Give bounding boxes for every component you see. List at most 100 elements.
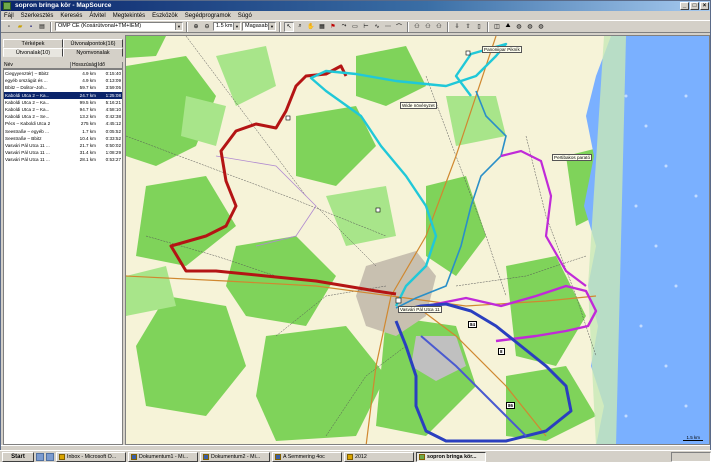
list-item[interactable]: egyéb országút és ... 4.9 km 0:13:09 bbox=[4, 77, 122, 84]
list-item[interactable]: Kaboldi Utca 2 – Ka... 94.7 km 4:58:10 bbox=[4, 106, 122, 113]
zoom-scale-select[interactable]: 1.5 km ▼ bbox=[213, 22, 241, 31]
route-tool-button[interactable]: ⤳ bbox=[339, 22, 349, 32]
map-scale-bar: 1.5 km bbox=[683, 435, 703, 441]
open-file-button[interactable]: ▰ bbox=[15, 22, 25, 32]
show-3d-button[interactable]: ⛰ bbox=[503, 22, 513, 32]
web-button[interactable]: ◍ bbox=[525, 22, 535, 32]
list-item[interactable]: Ciegyyenztér) – Bbitz 4.9 km 0:15:40 bbox=[4, 70, 122, 77]
route-icon: ⤳ bbox=[341, 23, 347, 29]
list-item[interactable]: Seestraße – Bbitz 10.4 km 0:33:52 bbox=[4, 135, 122, 142]
show-2d-button[interactable]: ◫ bbox=[492, 22, 502, 32]
binoculars-icon: ⚇ bbox=[425, 24, 431, 30]
menu-find[interactable]: Keresés bbox=[60, 13, 82, 19]
taskbar-button-word2[interactable]: Dokumentum2 - Mi... bbox=[200, 451, 270, 462]
start-button[interactable]: Start bbox=[2, 451, 34, 462]
new-file-button[interactable]: ▫ bbox=[4, 22, 14, 32]
route-name: Pécs – Kaboldi Utca 2 bbox=[5, 121, 51, 127]
quick-launch-desktop-icon[interactable] bbox=[46, 452, 54, 461]
taskbar-button-semmering[interactable]: A Semmering 4oc bbox=[272, 451, 342, 462]
send-to-device-button[interactable]: ⇧ bbox=[463, 22, 473, 32]
find-button[interactable]: ⚇ bbox=[412, 22, 422, 32]
route-list[interactable]: Ciegyyenztér) – Bbitz 4.9 km 0:15:40 egyéb… bbox=[3, 69, 123, 445]
online-button[interactable]: ◍ bbox=[536, 22, 546, 32]
route-length: 99.5 km bbox=[79, 99, 96, 105]
taskbar-button-mapsource[interactable]: sopron bringa kör... bbox=[416, 451, 486, 462]
track-tool-button[interactable]: ∿ bbox=[372, 22, 382, 32]
map-product-select[interactable]: OMP CE (Kosárútvonal+TM+IEM) ▼ bbox=[55, 22, 183, 31]
system-tray[interactable] bbox=[671, 451, 711, 462]
map-label-nadas[interactable]: Wide növényzet bbox=[400, 102, 437, 109]
list-item[interactable]: Bbitz – Dolitor–Joh... 59.7 km 3:59:05 bbox=[4, 84, 122, 91]
waypoint-tool-button[interactable]: ⚑ bbox=[328, 22, 338, 32]
erase-tool-button[interactable]: ▭ bbox=[350, 22, 360, 32]
find-nearest-button[interactable]: ⚇ bbox=[434, 22, 444, 32]
menu-utilities[interactable]: Segédprogramok bbox=[185, 13, 231, 19]
document-icon bbox=[275, 453, 281, 460]
title-bar[interactable]: sopron bringa kör - MapSource _ □ × bbox=[1, 1, 710, 11]
tab-waypoints[interactable]: Útvonalpontok(16) bbox=[63, 39, 123, 48]
zoom-tool-button[interactable]: ⌕ bbox=[295, 22, 305, 32]
binoculars-icon: ⚇ bbox=[436, 24, 442, 30]
flag-icon: ⚑ bbox=[330, 24, 336, 30]
menu-edit[interactable]: Szerkesztés bbox=[21, 13, 54, 19]
taskbar-button-word1[interactable]: Dokumentum1 - Mi... bbox=[128, 451, 198, 462]
track-icon: ∿ bbox=[374, 24, 380, 30]
column-header-time[interactable]: Idő bbox=[97, 62, 123, 68]
route-name: Seestraße – egyéb ... bbox=[5, 128, 49, 134]
minimize-button[interactable]: _ bbox=[680, 2, 689, 10]
map-tool-button[interactable]: ▦ bbox=[317, 22, 327, 32]
list-item[interactable]: Kaboldi Utca 2 – Se... 13.2 km 0:42:38 bbox=[4, 113, 122, 120]
connect-tool-button[interactable]: ⋯ bbox=[383, 22, 393, 32]
quick-launch-ie-icon[interactable] bbox=[36, 452, 44, 461]
tab-tracks[interactable]: Nyomvonalak bbox=[63, 48, 123, 57]
zoom-in-button[interactable]: ⊕ bbox=[191, 22, 201, 32]
menu-file[interactable]: Fájl bbox=[4, 13, 14, 19]
list-item[interactable]: Vasvári Pál Utca 11 ... 31.4 km 1:08:29 bbox=[4, 149, 122, 156]
hand-tool-button[interactable]: ✋ bbox=[306, 22, 316, 32]
map-label-pertiba[interactable]: Pertibakos parató bbox=[552, 154, 593, 161]
menu-tools[interactable]: Eszközök bbox=[152, 13, 178, 19]
list-item[interactable]: Kaboldi Utca 2 – Ka... 99.5 km 5:16:21 bbox=[4, 99, 122, 106]
map-label-vasvari[interactable]: Vasvári Pál Utca 11 bbox=[398, 306, 442, 313]
taskbar-button-outlook[interactable]: Inbox - Microsoft O... bbox=[56, 451, 126, 462]
taskbar-label: Inbox - Microsoft O... bbox=[67, 453, 117, 460]
profile-tool-button[interactable]: ⌒ bbox=[394, 22, 404, 32]
maximize-button[interactable]: □ bbox=[690, 2, 699, 10]
map-detail-value: Magasabb bbox=[245, 23, 271, 29]
toolbar-separator bbox=[447, 21, 449, 32]
device-button[interactable]: ▯ bbox=[474, 22, 484, 32]
close-button[interactable]: × bbox=[700, 2, 709, 10]
tab-routes[interactable]: Útvonalak(10) bbox=[3, 48, 63, 57]
map-canvas[interactable] bbox=[126, 36, 710, 445]
route-time: 3:59:05 bbox=[105, 85, 121, 91]
toolbar-separator bbox=[487, 21, 489, 32]
zoom-out-button[interactable]: ⊖ bbox=[202, 22, 212, 32]
menu-help[interactable]: Súgó bbox=[238, 13, 252, 19]
menu-transfer[interactable]: Átvitel bbox=[89, 13, 105, 19]
save-button[interactable]: ▪ bbox=[26, 22, 36, 32]
list-item[interactable]: Pécs – Kaboldi Utca 2 275 km 4:45:12 bbox=[4, 120, 122, 127]
map-view[interactable]: Panoniipar Pikník Wide növényzet Pertiba… bbox=[125, 35, 710, 445]
column-header-name[interactable]: Név bbox=[3, 62, 71, 68]
select-tool-button[interactable]: ↖ bbox=[284, 21, 294, 32]
route-time: 0:33:52 bbox=[105, 135, 121, 141]
find-places-button[interactable]: ⚇ bbox=[423, 22, 433, 32]
tab-maps[interactable]: Térképek bbox=[3, 39, 63, 48]
measure-tool-button[interactable]: ⊢ bbox=[361, 22, 371, 32]
google-earth-button[interactable]: ◍ bbox=[514, 22, 524, 32]
menu-view[interactable]: Megtekintés bbox=[113, 13, 145, 19]
taskbar-label: Dokumentum2 - Mi... bbox=[211, 453, 261, 460]
column-header-length[interactable]: Hosszúság bbox=[71, 62, 97, 68]
list-item[interactable]: Vasvári Pál Utca 11 ... 21.7 km 0:50:02 bbox=[4, 142, 122, 149]
list-item-selected[interactable]: Kaboldi Utca 2 – Ka... 24.7 km 1:25:08 bbox=[4, 91, 122, 99]
list-item[interactable]: Vasvári Pál Utca 11 ... 28.1 km 0:53:27 bbox=[4, 156, 122, 163]
receive-from-device-button[interactable]: ⇩ bbox=[452, 22, 462, 32]
taskbar-button-folder-2012[interactable]: 2012 bbox=[344, 451, 414, 462]
map-label-pannonipar[interactable]: Panoniipar Pikník bbox=[482, 46, 522, 53]
zoom-scale-value: 1.5 km bbox=[216, 23, 233, 29]
list-item[interactable]: Seestraße – egyéb ... 1.7 km 0:05:52 bbox=[4, 128, 122, 135]
route-length: 94.7 km bbox=[79, 106, 96, 112]
map-detail-select[interactable]: Magasabb ▼ bbox=[242, 22, 276, 31]
print-button[interactable]: ▤ bbox=[37, 22, 47, 32]
terrain-icon: ⛰ bbox=[505, 23, 511, 29]
